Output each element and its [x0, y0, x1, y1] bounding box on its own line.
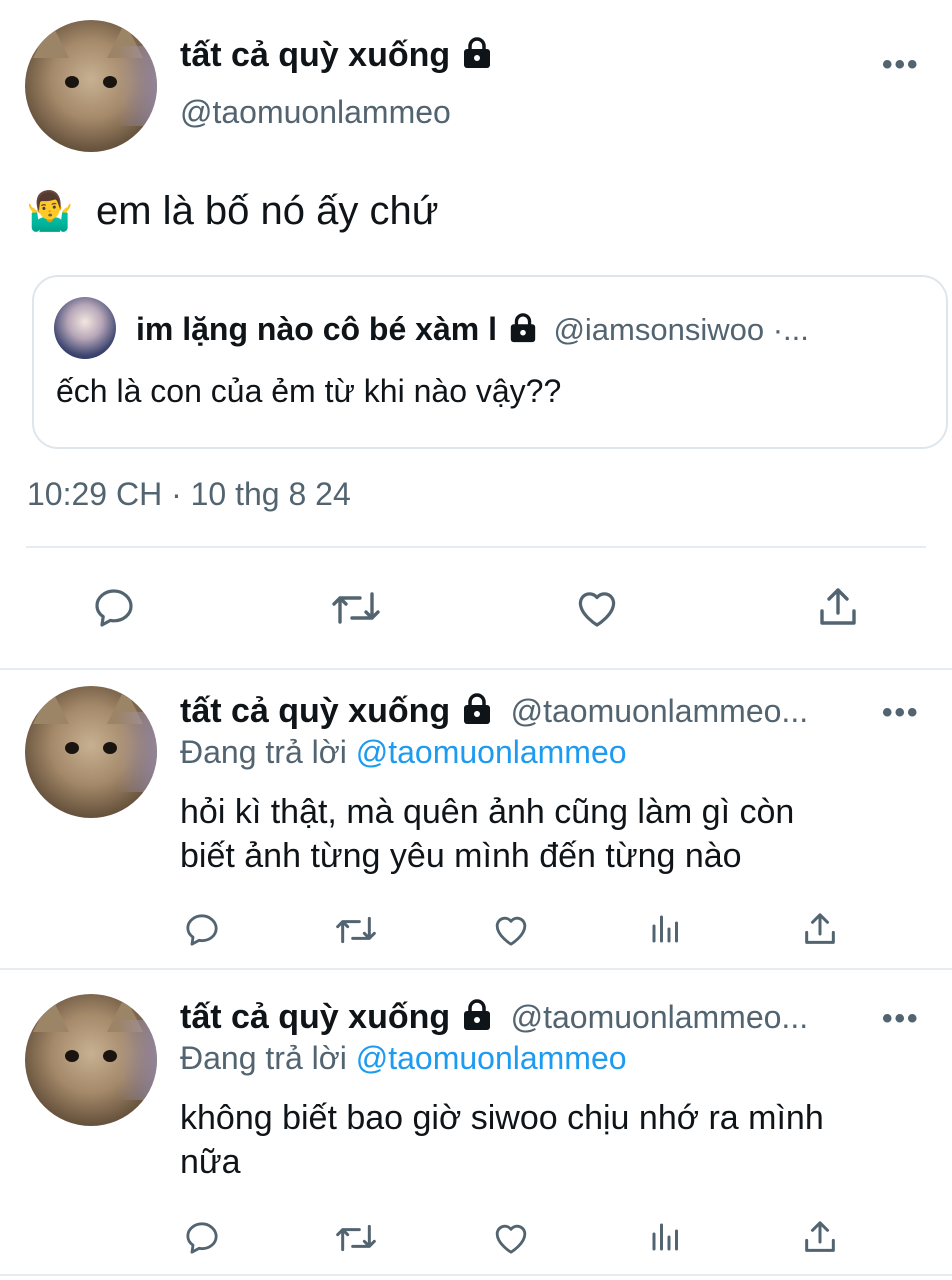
avatar[interactable]: [25, 686, 157, 818]
analytics-icon[interactable]: [648, 910, 684, 948]
reply-icon[interactable]: [182, 1218, 222, 1258]
tweet-timestamp[interactable]: 10:29 CH · 10 thg 8 24: [27, 476, 351, 513]
shrug-emoji-icon: 🤷‍♂️: [26, 191, 74, 233]
quoted-author-handle: @iamsonsiwoo ·...: [553, 312, 809, 347]
reply-text: hỏi kì thật, mà quên ảnh cũng làm gì còn…: [180, 793, 795, 875]
share-icon[interactable]: [800, 908, 840, 950]
replying-to: Đang trả lời @taomuonlammeo: [180, 1040, 627, 1076]
author-name[interactable]: tất cả quỳ xuống: [180, 36, 494, 78]
divider: [26, 546, 926, 548]
like-icon[interactable]: [572, 584, 622, 632]
quoted-tweet-text: ếch là con của ẻm từ khi nào vậy??: [56, 373, 562, 409]
reply-icon[interactable]: [182, 910, 222, 950]
divider: [0, 968, 952, 970]
avatar[interactable]: [25, 20, 157, 152]
author-handle[interactable]: @taomuonlammeo...: [511, 693, 809, 729]
divider: [0, 1274, 952, 1276]
share-icon[interactable]: [814, 582, 862, 632]
quoted-tweet[interactable]: im lặng nào cô bé xàm l @iamsonsiwoo ·..…: [32, 275, 948, 449]
like-icon[interactable]: [490, 1218, 532, 1258]
replying-to-handle[interactable]: @taomuonlammeo: [356, 734, 627, 770]
lock-icon: [460, 999, 494, 1036]
tweet-text: em là bố nó ấy chứ: [96, 189, 439, 233]
retweet-icon[interactable]: [328, 584, 384, 632]
avatar[interactable]: [25, 994, 157, 1126]
like-icon[interactable]: [490, 910, 532, 950]
retweet-icon[interactable]: [332, 910, 380, 950]
replying-to-handle[interactable]: @taomuonlammeo: [356, 1040, 627, 1076]
divider: [0, 668, 952, 670]
reply-icon[interactable]: [90, 584, 138, 632]
more-options-icon[interactable]: •••: [882, 48, 920, 82]
author-name[interactable]: tất cả quỳ xuống: [180, 998, 450, 1036]
reply-text: không biết bao giờ siwoo chịu nhớ ra mìn…: [180, 1099, 824, 1181]
lock-icon: [507, 313, 539, 348]
share-icon[interactable]: [800, 1216, 840, 1258]
analytics-icon[interactable]: [648, 1218, 684, 1256]
more-options-icon[interactable]: •••: [882, 696, 920, 730]
author-name[interactable]: tất cả quỳ xuống: [180, 692, 450, 730]
retweet-icon[interactable]: [332, 1218, 380, 1258]
quoted-author-name: im lặng nào cô bé xàm l: [136, 311, 497, 347]
author-handle[interactable]: @taomuonlammeo...: [511, 999, 809, 1035]
replying-to: Đang trả lời @taomuonlammeo: [180, 734, 627, 770]
more-options-icon[interactable]: •••: [882, 1002, 920, 1036]
lock-icon: [460, 37, 494, 78]
author-handle[interactable]: @taomuonlammeo: [180, 94, 451, 131]
quoted-avatar: [54, 297, 116, 359]
lock-icon: [460, 693, 494, 730]
